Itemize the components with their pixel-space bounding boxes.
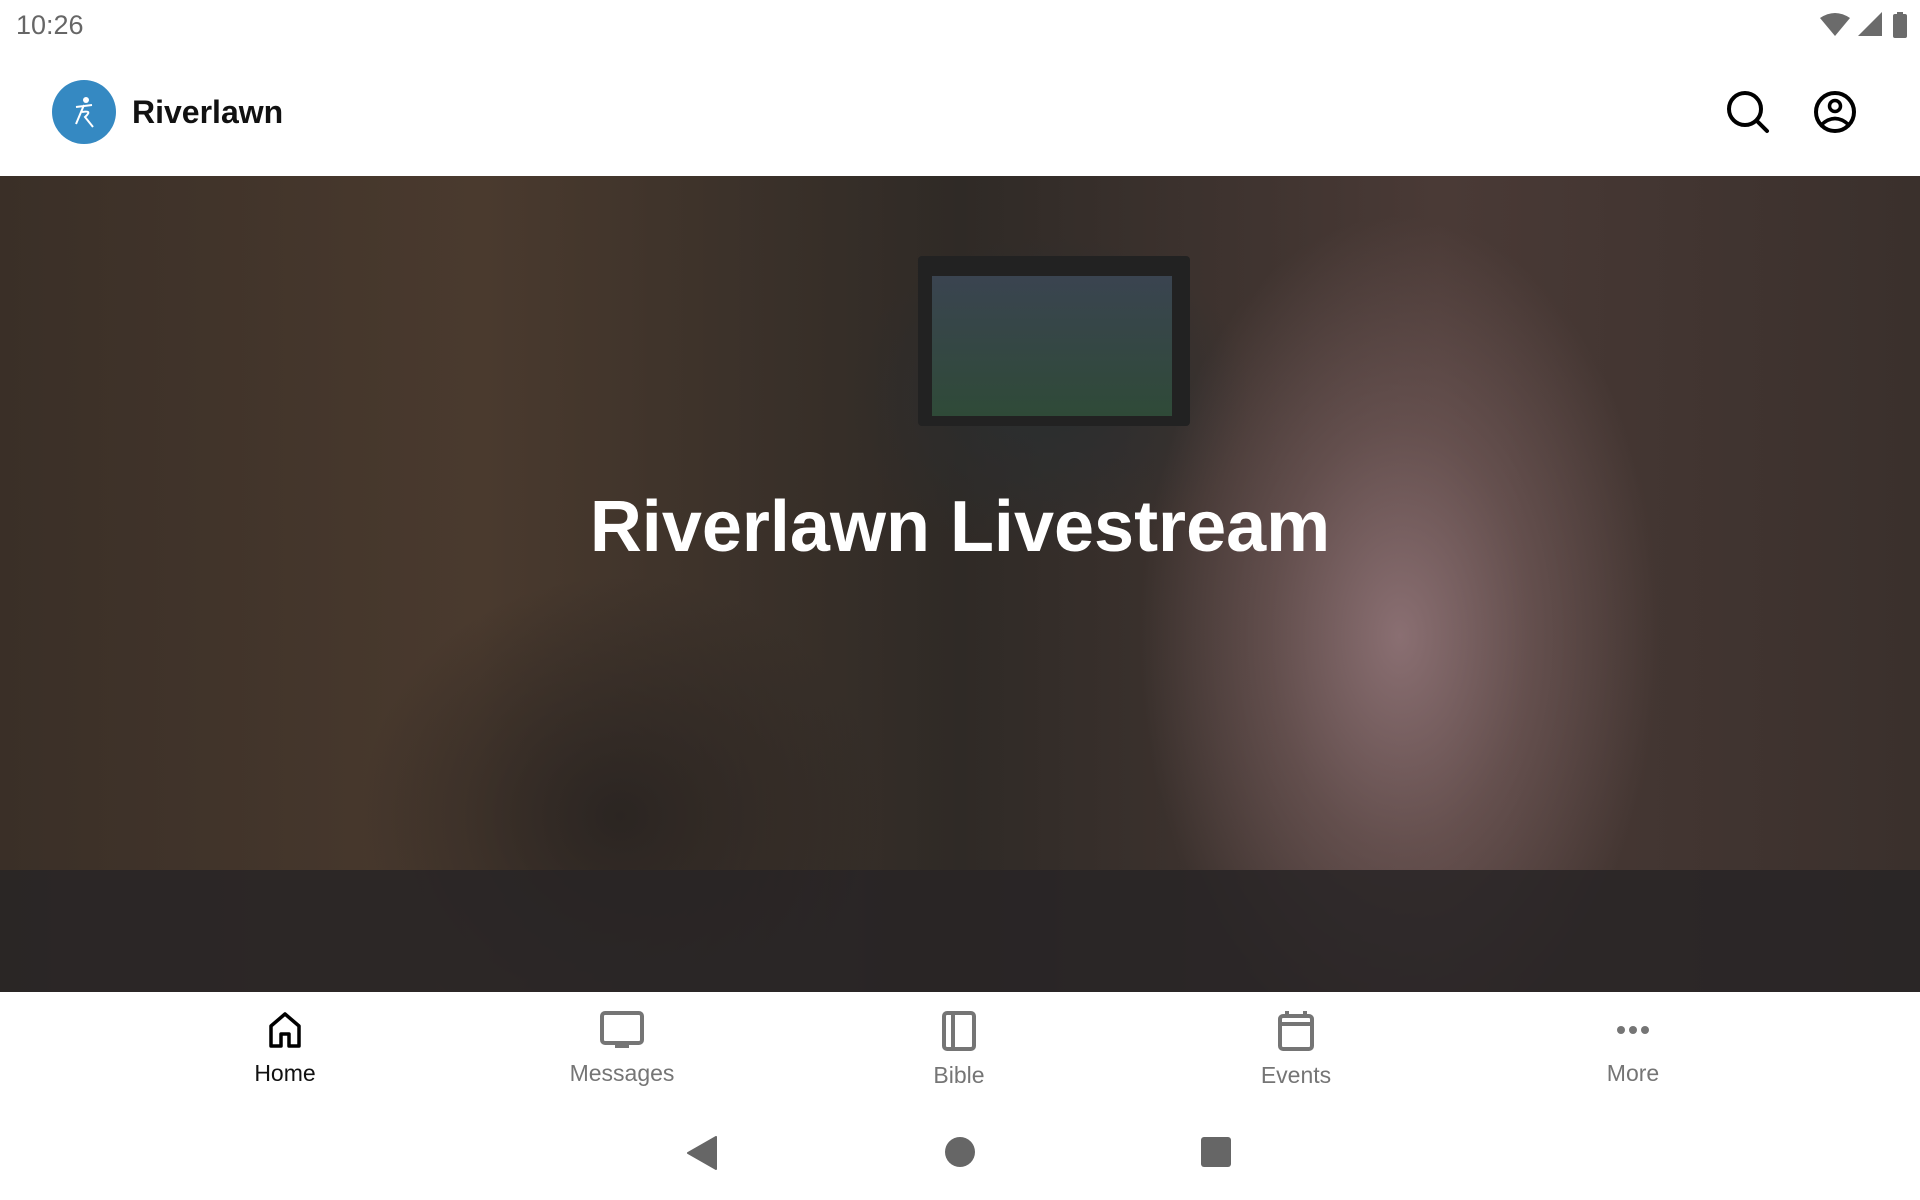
monitor-icon bbox=[600, 1011, 644, 1048]
nav-label: Bible bbox=[933, 1062, 985, 1088]
nav-home[interactable]: Home bbox=[185, 1010, 385, 1087]
clock: 10:26 bbox=[16, 10, 84, 40]
more-icon bbox=[1617, 1026, 1649, 1034]
recents-icon[interactable] bbox=[1200, 1136, 1232, 1168]
nav-messages[interactable]: Messages bbox=[522, 1010, 722, 1087]
nav-events[interactable]: Events bbox=[1196, 1010, 1396, 1089]
nav-bible[interactable]: Bible bbox=[859, 1010, 1059, 1089]
hero-bottom-band bbox=[0, 870, 1920, 992]
app-header: Riverlawn bbox=[0, 52, 1920, 176]
account-button[interactable] bbox=[1811, 88, 1859, 136]
account-icon bbox=[1814, 91, 1856, 133]
nav-label: Home bbox=[254, 1060, 316, 1086]
bottom-nav: Home Messages Bible Events More bbox=[0, 992, 1920, 1110]
camera-monitor-image bbox=[918, 256, 1190, 426]
hero-title: Riverlawn Livestream bbox=[589, 487, 1331, 567]
system-nav-bar bbox=[0, 1110, 1920, 1200]
home-icon bbox=[269, 1012, 301, 1048]
signal-icon bbox=[1858, 12, 1882, 36]
status-bar: 10:26 bbox=[0, 0, 1920, 52]
search-icon bbox=[1727, 91, 1769, 133]
livestream-hero-banner[interactable]: Riverlawn Livestream bbox=[0, 176, 1920, 992]
battery-icon bbox=[1893, 12, 1907, 38]
nav-label: Messages bbox=[569, 1060, 675, 1086]
app-title: Riverlawn bbox=[132, 94, 284, 130]
church-logo[interactable] bbox=[52, 80, 116, 144]
calendar-icon bbox=[1278, 1011, 1314, 1051]
wifi-icon bbox=[1820, 13, 1850, 36]
back-icon[interactable] bbox=[686, 1136, 718, 1170]
nav-label: More bbox=[1606, 1060, 1660, 1086]
book-icon bbox=[942, 1011, 976, 1051]
logo-icon bbox=[75, 97, 94, 128]
search-button[interactable] bbox=[1724, 88, 1772, 136]
home-circle-icon[interactable] bbox=[944, 1136, 976, 1168]
nav-more[interactable]: More bbox=[1533, 1010, 1733, 1087]
nav-label: Events bbox=[1260, 1062, 1332, 1088]
